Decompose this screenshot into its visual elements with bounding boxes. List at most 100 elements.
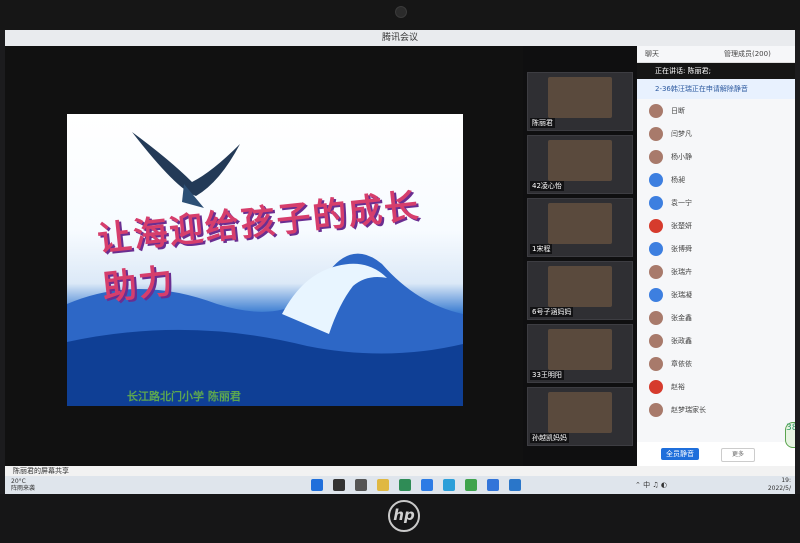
member-name: 张瑞凝: [671, 290, 692, 299]
search-icon[interactable]: [333, 479, 345, 491]
avatar: [649, 402, 663, 417]
speaking-indicator: 正在讲话: 陈丽君;: [637, 63, 795, 79]
member-item[interactable]: 赵梦瑞家长: [637, 398, 795, 421]
member-name: 赵梦瑞家长: [671, 405, 706, 414]
avatar: [649, 218, 663, 233]
app-icon[interactable]: [399, 479, 411, 491]
avatar: [649, 356, 663, 371]
member-item[interactable]: 日断: [637, 99, 795, 122]
member-name: 杨小静: [671, 152, 692, 161]
avatar: [649, 126, 663, 141]
member-name: 杨昶: [671, 175, 685, 184]
avatar: [649, 195, 663, 210]
member-item[interactable]: 闫梦凡: [637, 122, 795, 145]
video-tile-name: 33王明阳: [530, 370, 564, 380]
folder-icon[interactable]: [377, 479, 389, 491]
weather-desc: 阵雨来袭: [11, 485, 36, 492]
member-item[interactable]: 袁一宁: [637, 191, 795, 214]
video-tile[interactable]: 33王明阳: [527, 324, 633, 383]
avatar: [649, 264, 663, 279]
avatar: [649, 379, 663, 394]
window-title: 腾讯会议: [381, 33, 418, 43]
clock-time: 19:: [781, 477, 791, 484]
member-item[interactable]: 杨小静: [637, 145, 795, 168]
windows-taskbar: 20°C 阵雨来袭 ⌃ 中 ♫ ◐ 19: 2022/5/: [5, 476, 795, 494]
avatar: [649, 149, 663, 164]
more-button[interactable]: 更多: [721, 448, 755, 462]
taskbar-apps: [311, 479, 521, 491]
shared-screen-area[interactable]: 让海迎给孩子的成长助力 长江路北门小学 陈丽君: [5, 46, 523, 466]
member-name: 张楚妍: [671, 221, 692, 230]
member-item[interactable]: 章依依: [637, 352, 795, 375]
panel-tabs: 聊天 管理成员(200): [637, 46, 795, 63]
member-item[interactable]: 张博舜: [637, 237, 795, 260]
video-thumbnail: [548, 77, 612, 118]
avatar: [649, 287, 663, 302]
video-tile-name: 6号子涵妈妈: [530, 307, 574, 317]
member-item[interactable]: 张政鑫: [637, 329, 795, 352]
app-icon[interactable]: [421, 479, 433, 491]
webcam: [395, 6, 407, 18]
video-thumbnail: [548, 203, 612, 244]
mute-all-button[interactable]: 全员静音: [661, 448, 699, 460]
member-item[interactable]: 杨昶: [637, 168, 795, 191]
video-strip: 陈丽君 42凌心怡 1宋程 6号子涵妈妈 33王明阳 孙越凯妈妈: [527, 72, 635, 466]
unmute-request-notice[interactable]: 2-36韩汪瑞正在申请解除静音: [637, 79, 795, 99]
app-icon[interactable]: [465, 479, 477, 491]
system-tray[interactable]: ⌃ 中 ♫ ◐: [635, 480, 667, 490]
member-name: 张博舜: [671, 244, 692, 253]
laptop-screen: 腾讯会议 让海迎给孩子的成长助力 长江路北门小学 陈丽君 陈丽君 42凌心怡 1…: [5, 30, 795, 494]
video-tile[interactable]: 42凌心怡: [527, 135, 633, 194]
members-panel: 聊天 管理成员(200) 正在讲话: 陈丽君; 2-36韩汪瑞正在申请解除静音 …: [637, 46, 795, 466]
tab-chat[interactable]: 聊天: [637, 46, 716, 62]
panel-footer: 全员静音 更多: [637, 442, 795, 466]
video-thumbnail: [548, 329, 612, 370]
start-icon[interactable]: [311, 479, 323, 491]
slide-footer: 长江路北门小学 陈丽君: [127, 390, 241, 403]
tab-members[interactable]: 管理成员(200): [716, 46, 795, 62]
taskview-icon[interactable]: [355, 479, 367, 491]
share-status-text: 陈丽君的屏幕共享: [13, 467, 69, 475]
meeting-app-icon[interactable]: [509, 479, 521, 491]
member-name: 日断: [671, 106, 685, 115]
share-status-bar: 陈丽君的屏幕共享: [5, 466, 795, 476]
avatar: [649, 172, 663, 187]
video-tile-name: 陈丽君: [530, 118, 555, 128]
hp-logo-text: hp: [393, 506, 415, 524]
member-name: 张瑞卉: [671, 267, 692, 276]
member-item[interactable]: 张楚妍: [637, 214, 795, 237]
member-name: 张政鑫: [671, 336, 692, 345]
video-thumbnail: [548, 140, 612, 181]
clock-date: 2022/5/: [767, 485, 791, 492]
member-name: 闫梦凡: [671, 129, 692, 138]
laptop-top-bezel: [0, 0, 800, 30]
avatar: [649, 310, 663, 325]
member-item[interactable]: 张金鑫: [637, 306, 795, 329]
avatar: [649, 333, 663, 348]
video-tile-name: 42凌心怡: [530, 181, 564, 191]
video-tile[interactable]: 6号子涵妈妈: [527, 261, 633, 320]
avatar: [649, 241, 663, 256]
presentation-slide: 让海迎给孩子的成长助力 长江路北门小学 陈丽君: [67, 114, 463, 406]
member-name: 袁一宁: [671, 198, 692, 207]
member-name: 张金鑫: [671, 313, 692, 322]
member-item[interactable]: 张瑞卉: [637, 260, 795, 283]
member-name: 章依依: [671, 359, 692, 368]
avatar: [649, 103, 663, 118]
app-icon[interactable]: [487, 479, 499, 491]
clock[interactable]: 19: 2022/5/: [753, 477, 791, 493]
weather-temp: 20°C: [11, 478, 26, 485]
video-tile[interactable]: 陈丽君: [527, 72, 633, 131]
member-item[interactable]: 张瑞凝: [637, 283, 795, 306]
video-tile-name: 1宋程: [530, 244, 553, 254]
video-tile[interactable]: 1宋程: [527, 198, 633, 257]
edge-icon[interactable]: [443, 479, 455, 491]
video-tile[interactable]: 孙越凯妈妈: [527, 387, 633, 446]
network-score-badge: 38: [785, 422, 795, 448]
video-tile-name: 孙越凯妈妈: [530, 433, 569, 443]
member-item[interactable]: 赵裕: [637, 375, 795, 398]
hp-logo: hp: [388, 500, 420, 532]
weather-widget[interactable]: 20°C 阵雨来袭: [11, 478, 35, 492]
window-titlebar: 腾讯会议: [5, 30, 795, 46]
badge-text: 38: [786, 423, 795, 433]
